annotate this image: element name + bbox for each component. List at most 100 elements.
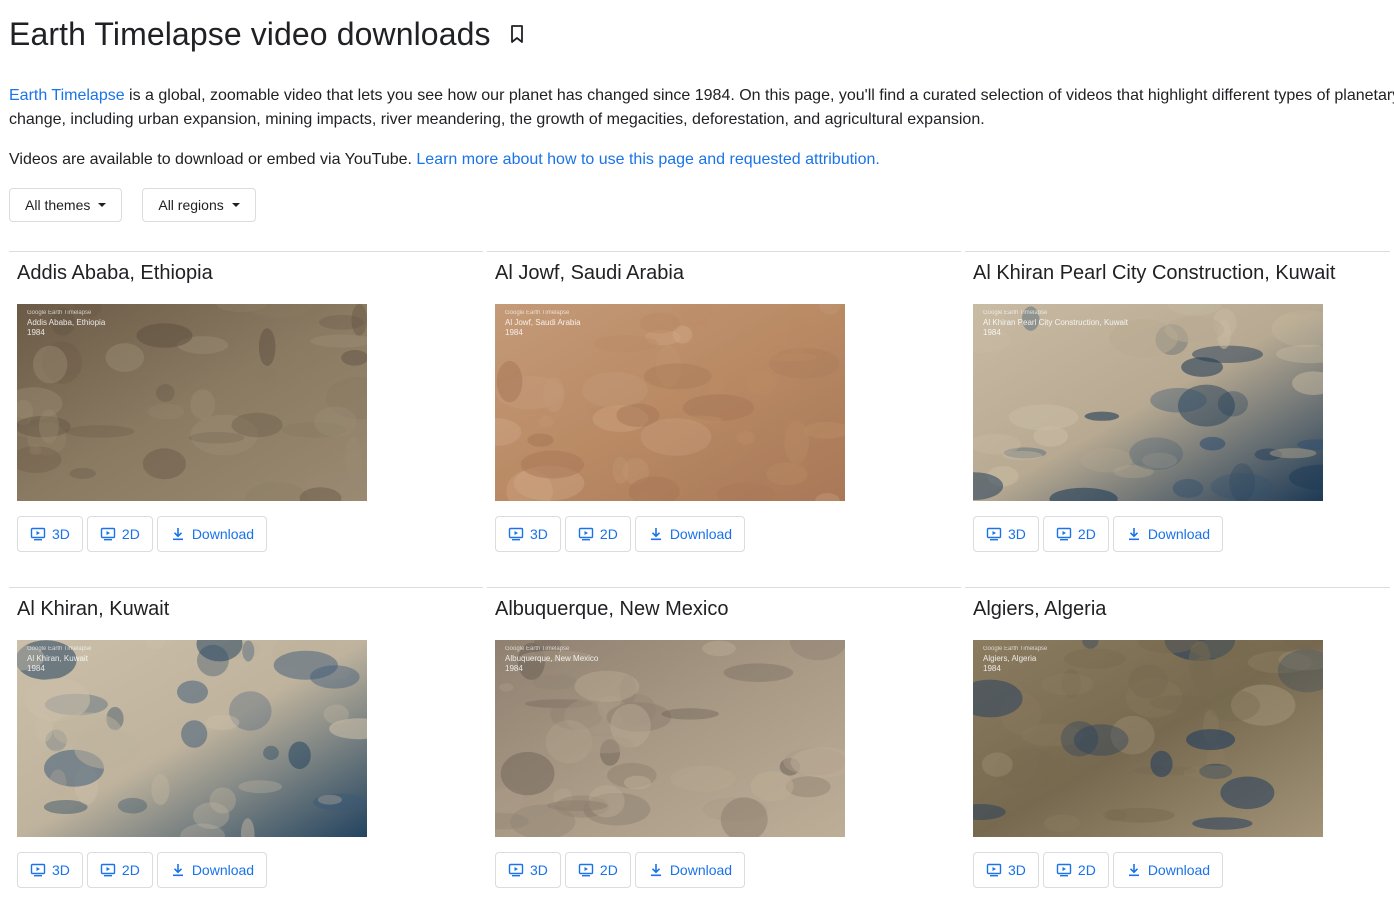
- download-label: Download: [1147, 862, 1211, 878]
- thumbnail-brand: Google Earth Timelapse: [505, 310, 570, 316]
- download-label: Download: [191, 862, 255, 878]
- timelapse-thumbnail[interactable]: Google Earth Timelapse Algiers, Algeria …: [973, 640, 1323, 837]
- download-button[interactable]: Download: [1112, 516, 1224, 552]
- play-3d-label: 3D: [1008, 862, 1026, 878]
- timelapse-thumbnail[interactable]: Google Earth Timelapse Al Khiran, Kuwait…: [17, 640, 367, 837]
- timelapse-thumbnail[interactable]: Google Earth Timelapse Al Khiran Pearl C…: [973, 304, 1323, 501]
- play-3d-button[interactable]: 3D: [17, 516, 83, 552]
- card-actions: 3D 2D Download: [973, 516, 1390, 552]
- title-row: Earth Timelapse video downloads: [9, 14, 1394, 54]
- download-label: Download: [669, 526, 733, 542]
- play-2d-button[interactable]: 2D: [1042, 516, 1109, 552]
- thumbnail-year: 1984: [983, 328, 1001, 337]
- timelapse-thumbnail[interactable]: Google Earth Timelapse Al Jowf, Saudi Ar…: [495, 304, 845, 501]
- thumbnail-location: Albuquerque, New Mexico: [505, 654, 599, 663]
- attribution-text: Videos are available to download or embe…: [9, 151, 417, 168]
- play-2d-label: 2D: [121, 526, 140, 542]
- download-label: Download: [669, 862, 733, 878]
- video-icon: [30, 862, 46, 878]
- intro-paragraph: Earth Timelapse is a global, zoomable vi…: [9, 84, 1394, 132]
- play-2d-label: 2D: [599, 862, 618, 878]
- thumbnail-location: Al Jowf, Saudi Arabia: [505, 318, 581, 327]
- thumbnail-year: 1984: [505, 328, 523, 337]
- play-3d-label: 3D: [52, 526, 70, 542]
- play-3d-label: 3D: [530, 862, 548, 878]
- card-actions: 3D 2D Download: [17, 516, 483, 552]
- timelapse-thumbnail[interactable]: Google Earth Timelapse Albuquerque, New …: [495, 640, 845, 837]
- thumbnail-location: Al Khiran, Kuwait: [27, 654, 88, 663]
- play-2d-button[interactable]: 2D: [564, 516, 631, 552]
- download-icon: [170, 526, 186, 542]
- play-3d-button[interactable]: 3D: [17, 852, 83, 888]
- thumbnail-caption: Google Earth Timelapse Al Khiran Pearl C…: [983, 308, 1128, 338]
- caret-down-icon: [231, 203, 240, 207]
- video-icon: [508, 526, 524, 542]
- download-button[interactable]: Download: [634, 516, 746, 552]
- play-2d-button[interactable]: 2D: [1042, 852, 1109, 888]
- download-button[interactable]: Download: [156, 852, 268, 888]
- thumbnail-caption: Google Earth Timelapse Algiers, Algeria …: [983, 644, 1047, 674]
- card-title: Albuquerque, New Mexico: [495, 598, 729, 620]
- thumbnail-caption: Google Earth Timelapse Addis Ababa, Ethi…: [27, 308, 105, 338]
- card-actions: 3D 2D Download: [973, 852, 1390, 888]
- play-2d-button[interactable]: 2D: [86, 852, 153, 888]
- bookmark-icon[interactable]: [509, 24, 525, 44]
- earth-timelapse-link[interactable]: Earth Timelapse: [9, 87, 125, 104]
- download-button[interactable]: Download: [634, 852, 746, 888]
- video-icon: [986, 526, 1002, 542]
- thumbnail-caption: Google Earth Timelapse Al Jowf, Saudi Ar…: [505, 308, 581, 338]
- video-grid: Addis Ababa, Ethiopia Google Earth Timel…: [9, 251, 1394, 923]
- thumbnail-caption: Google Earth Timelapse Al Khiran, Kuwait…: [27, 644, 91, 674]
- themes-filter-label: All themes: [25, 197, 91, 213]
- card-actions: 3D 2D Download: [495, 852, 961, 888]
- play-3d-button[interactable]: 3D: [495, 852, 561, 888]
- video-icon: [100, 862, 116, 878]
- download-button[interactable]: Download: [1112, 852, 1224, 888]
- video-icon: [100, 526, 116, 542]
- video-card: Albuquerque, New Mexico Google Earth Tim…: [487, 587, 961, 923]
- timelapse-thumbnail[interactable]: Google Earth Timelapse Addis Ababa, Ethi…: [17, 304, 367, 501]
- play-3d-label: 3D: [52, 862, 70, 878]
- video-icon: [1056, 862, 1072, 878]
- card-title: Al Jowf, Saudi Arabia: [495, 262, 684, 284]
- play-2d-button[interactable]: 2D: [564, 852, 631, 888]
- video-card: Al Khiran, Kuwait Google Earth Timelapse…: [9, 587, 483, 923]
- play-2d-label: 2D: [599, 526, 618, 542]
- video-icon: [578, 526, 594, 542]
- video-icon: [30, 526, 46, 542]
- play-3d-button[interactable]: 3D: [973, 852, 1039, 888]
- download-label: Download: [191, 526, 255, 542]
- thumbnail-brand: Google Earth Timelapse: [27, 646, 92, 652]
- play-2d-label: 2D: [1077, 526, 1096, 542]
- themes-filter-button[interactable]: All themes: [9, 188, 123, 222]
- download-icon: [648, 862, 664, 878]
- play-3d-button[interactable]: 3D: [495, 516, 561, 552]
- thumbnail-brand: Google Earth Timelapse: [983, 646, 1048, 652]
- page-title: Earth Timelapse video downloads: [9, 15, 491, 52]
- download-icon: [1126, 526, 1142, 542]
- play-3d-label: 3D: [1008, 526, 1026, 542]
- download-icon: [648, 526, 664, 542]
- play-2d-button[interactable]: 2D: [86, 516, 153, 552]
- play-3d-button[interactable]: 3D: [973, 516, 1039, 552]
- attribution-link[interactable]: Learn more about how to use this page an…: [416, 151, 879, 168]
- thumbnail-brand: Google Earth Timelapse: [983, 310, 1048, 316]
- regions-filter-button[interactable]: All regions: [142, 188, 256, 222]
- thumbnail-year: 1984: [983, 664, 1001, 673]
- thumbnail-caption: Google Earth Timelapse Albuquerque, New …: [505, 644, 598, 674]
- download-button[interactable]: Download: [156, 516, 268, 552]
- thumbnail-year: 1984: [27, 328, 45, 337]
- regions-filter-label: All regions: [158, 197, 224, 213]
- card-actions: 3D 2D Download: [495, 516, 961, 552]
- video-icon: [508, 862, 524, 878]
- filters: All themes All regions: [9, 188, 1394, 222]
- card-title: Al Khiran Pearl City Construction, Kuwai…: [973, 262, 1336, 284]
- play-2d-label: 2D: [1077, 862, 1096, 878]
- video-icon: [578, 862, 594, 878]
- thumbnail-year: 1984: [27, 664, 45, 673]
- card-title: Al Khiran, Kuwait: [17, 598, 170, 620]
- video-card: Al Jowf, Saudi Arabia Google Earth Timel…: [487, 251, 961, 587]
- thumbnail-location: Al Khiran Pearl City Construction, Kuwai…: [983, 318, 1128, 327]
- card-title: Addis Ababa, Ethiopia: [17, 262, 213, 284]
- download-icon: [1126, 862, 1142, 878]
